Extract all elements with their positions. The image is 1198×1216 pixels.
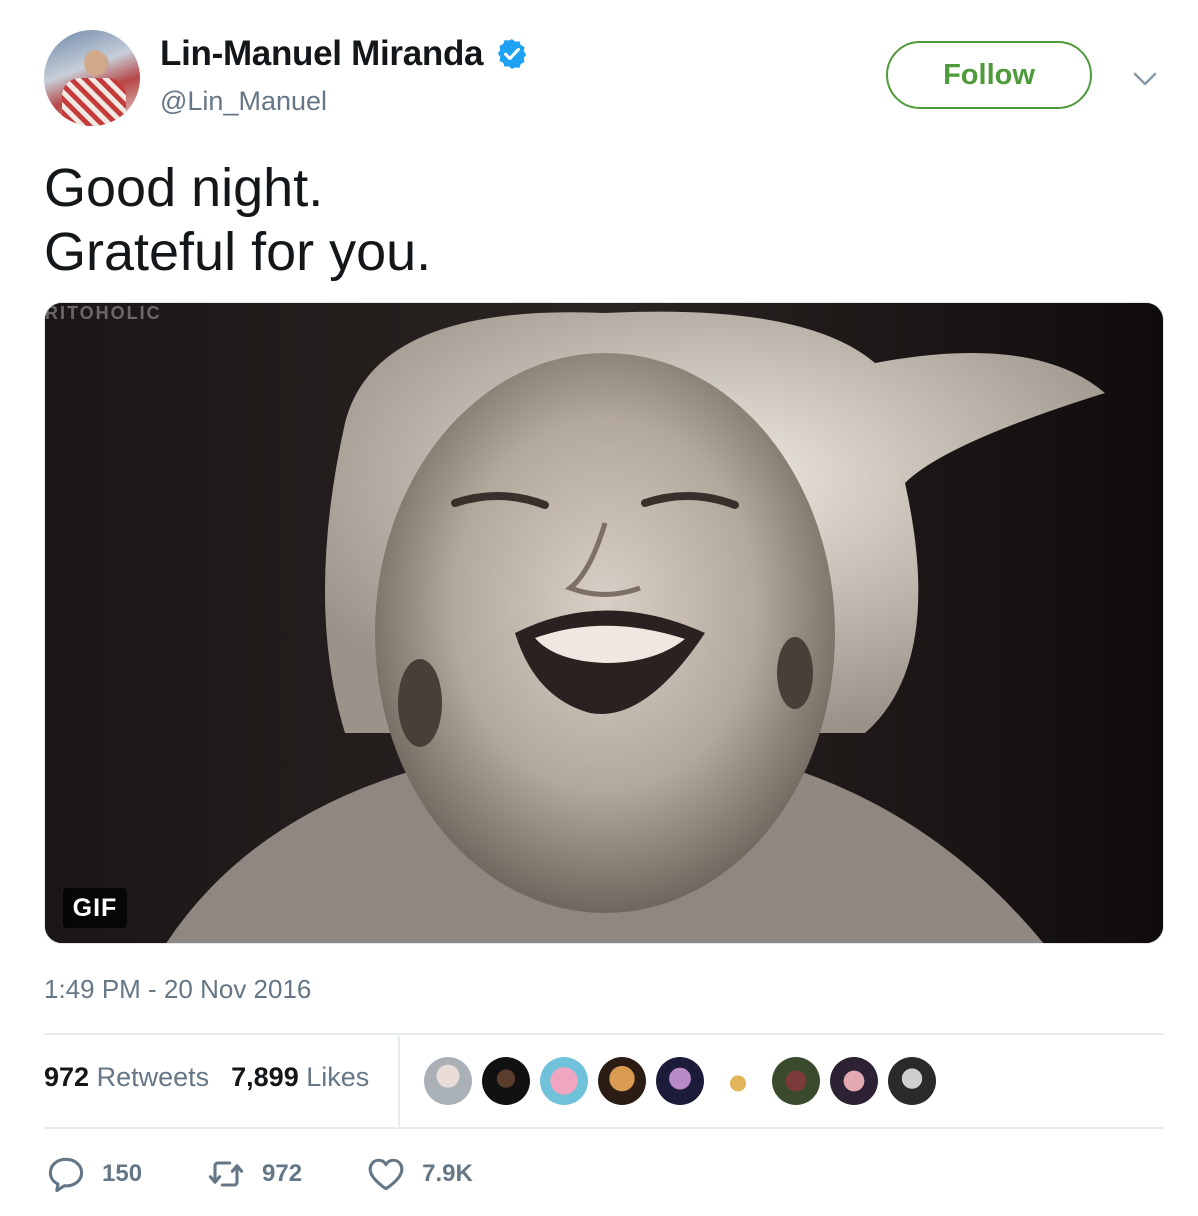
liker-avatar[interactable] bbox=[598, 1057, 646, 1105]
tweet-timestamp[interactable]: 1:49 PM - 20 Nov 2016 bbox=[44, 974, 311, 1005]
liker-avatar[interactable] bbox=[888, 1057, 936, 1105]
likers-avatars bbox=[424, 1057, 946, 1105]
likes-count: 7,899 bbox=[231, 1062, 299, 1092]
gif-badge: GIF bbox=[63, 888, 127, 928]
liker-avatar[interactable] bbox=[656, 1057, 704, 1105]
like-count: 7.9K bbox=[422, 1160, 473, 1187]
reply-icon bbox=[48, 1157, 84, 1193]
tweet-text: Good night. Grateful for you. bbox=[44, 156, 431, 284]
verified-badge-icon bbox=[498, 39, 527, 69]
liker-avatar[interactable] bbox=[772, 1057, 820, 1105]
reply-count: 150 bbox=[102, 1160, 143, 1187]
user-avatar[interactable] bbox=[44, 30, 140, 126]
follow-button[interactable]: Follow bbox=[886, 41, 1092, 109]
gif-frame-illustration bbox=[45, 303, 1163, 943]
user-handle[interactable]: @Lin_Manuel bbox=[160, 86, 327, 117]
tweet-card: Lin-Manuel Miranda @Lin_Manuel Follow Go… bbox=[0, 0, 1198, 1216]
retweet-icon bbox=[208, 1161, 244, 1187]
liker-avatar[interactable] bbox=[714, 1057, 762, 1105]
user-name-row: Lin-Manuel Miranda bbox=[160, 34, 529, 74]
likes-label: Likes bbox=[306, 1062, 370, 1092]
chevron-down-icon[interactable] bbox=[1130, 64, 1160, 94]
liker-avatar[interactable] bbox=[540, 1057, 588, 1105]
retweet-action[interactable]: 972 bbox=[204, 1152, 302, 1196]
liker-avatar[interactable] bbox=[830, 1057, 878, 1105]
tweet-actions: 150 972 7.9K bbox=[44, 1152, 535, 1196]
divider-bottom bbox=[44, 1127, 1164, 1129]
liker-avatar[interactable] bbox=[424, 1057, 472, 1105]
heart-icon bbox=[368, 1158, 404, 1191]
media-watermark: RITOHOLIC bbox=[45, 303, 162, 323]
reply-action[interactable]: 150 bbox=[44, 1152, 142, 1196]
liker-avatar[interactable] bbox=[482, 1057, 530, 1105]
like-action[interactable]: 7.9K bbox=[364, 1152, 473, 1196]
stats-separator bbox=[398, 1036, 400, 1128]
tweet-text-line-1: Good night. bbox=[44, 158, 324, 218]
retweets-count: 972 bbox=[44, 1062, 90, 1092]
retweets-stat[interactable]: 972 Retweets bbox=[44, 1062, 209, 1093]
likes-stat[interactable]: 7,899 Likes bbox=[231, 1062, 369, 1093]
tweet-stats: 972 Retweets 7,899 Likes bbox=[44, 1062, 391, 1093]
gif-media[interactable]: RITOHOLIC GIF bbox=[44, 302, 1164, 944]
retweet-count: 972 bbox=[262, 1160, 303, 1187]
avatar-pajamas bbox=[62, 78, 126, 126]
display-name[interactable]: Lin-Manuel Miranda bbox=[160, 34, 484, 74]
tweet-text-line-2: Grateful for you. bbox=[44, 222, 432, 282]
avatar-face bbox=[84, 50, 106, 76]
divider-top bbox=[44, 1033, 1164, 1035]
retweets-label: Retweets bbox=[96, 1062, 210, 1092]
